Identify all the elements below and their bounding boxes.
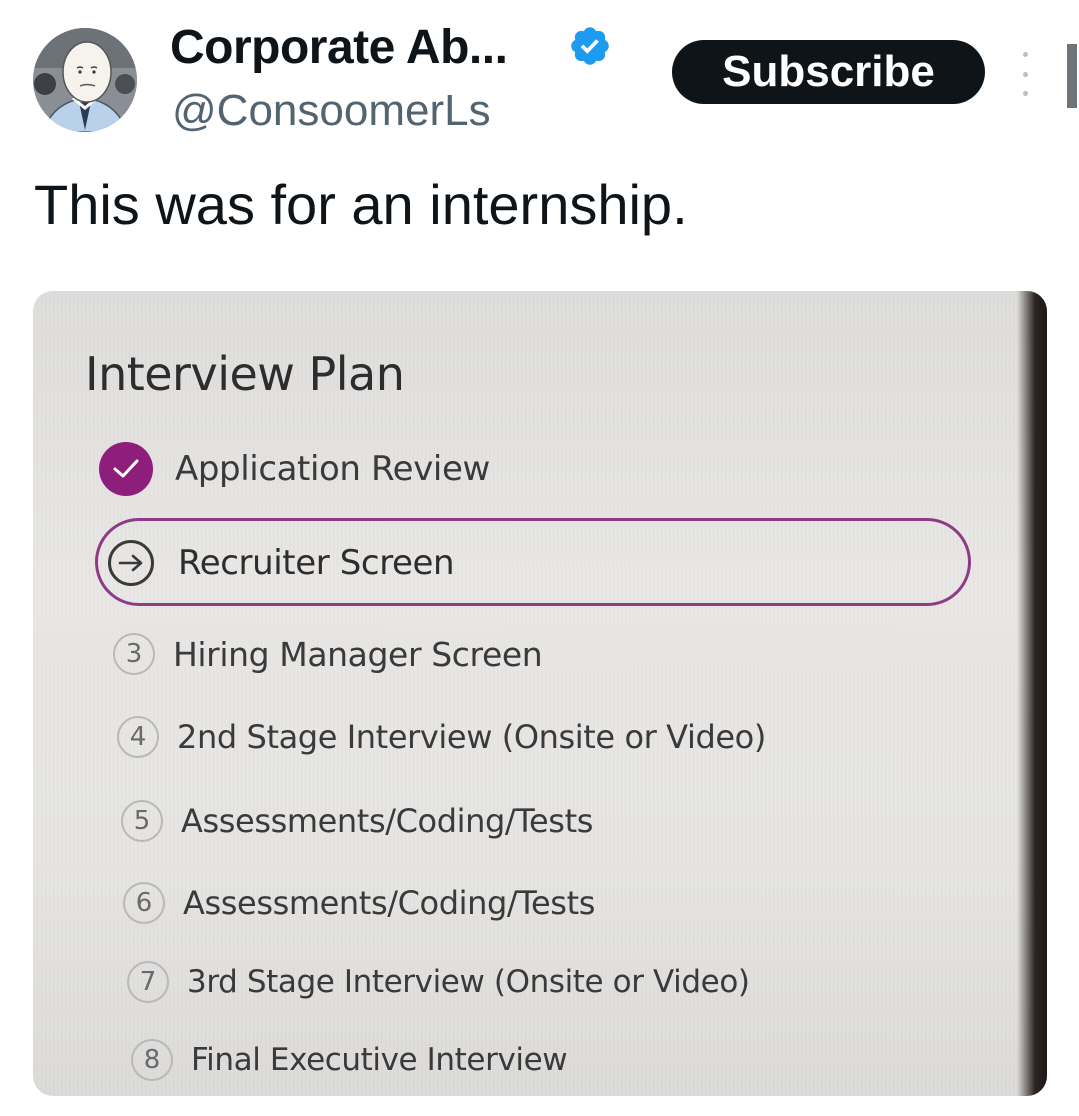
step-number: 4 — [117, 716, 159, 758]
step-recruiter-screen: Recruiter Screen — [108, 540, 455, 586]
user-handle[interactable]: @ConsoomerLs — [172, 86, 491, 136]
subscribe-button[interactable]: Subscribe — [672, 40, 985, 104]
step-2nd-stage-interview: 4 2nd Stage Interview (Onsite or Video) — [117, 716, 766, 758]
step-label: Hiring Manager Screen — [173, 634, 543, 674]
step-number: 8 — [131, 1039, 173, 1081]
step-number: 7 — [127, 961, 169, 1003]
step-label: Assessments/Coding/Tests — [183, 884, 595, 922]
step-label: Recruiter Screen — [178, 543, 455, 583]
interview-plan-title: Interview Plan — [85, 347, 405, 401]
step-label: Application Review — [175, 449, 490, 489]
step-3rd-stage-interview: 7 3rd Stage Interview (Onsite or Video) — [127, 961, 750, 1003]
tweet-header: Corporate Ab... @ConsoomerLs Subscribe — [0, 0, 1079, 150]
step-label: 3rd Stage Interview (Onsite or Video) — [187, 964, 750, 1000]
step-assessments-2: 6 Assessments/Coding/Tests — [123, 882, 595, 924]
tweet-text: This was for an internship. — [34, 173, 688, 236]
step-application-review: Application Review — [99, 442, 490, 496]
avatar-wojak-image — [33, 28, 137, 132]
arrow-right-icon — [108, 540, 154, 586]
attached-photo[interactable]: Interview Plan Application Review Recrui… — [33, 291, 1047, 1096]
verified-badge-icon — [571, 27, 609, 65]
step-assessments-1: 5 Assessments/Coding/Tests — [121, 800, 593, 842]
check-icon — [99, 442, 153, 496]
step-label: 2nd Stage Interview (Onsite or Video) — [177, 718, 766, 756]
step-number: 6 — [123, 882, 165, 924]
step-hiring-manager-screen: 3 Hiring Manager Screen — [113, 633, 543, 675]
step-final-executive-interview: 8 Final Executive Interview — [131, 1039, 568, 1081]
avatar[interactable] — [33, 28, 137, 132]
step-number: 3 — [113, 633, 155, 675]
step-label: Final Executive Interview — [191, 1042, 568, 1078]
step-label: Assessments/Coding/Tests — [181, 802, 593, 840]
photo-dark-edge — [1017, 291, 1047, 1096]
scrollbar[interactable] — [1067, 44, 1077, 108]
step-number: 5 — [121, 800, 163, 842]
display-name[interactable]: Corporate Ab... — [170, 20, 508, 75]
more-options-icon[interactable] — [1011, 52, 1039, 96]
